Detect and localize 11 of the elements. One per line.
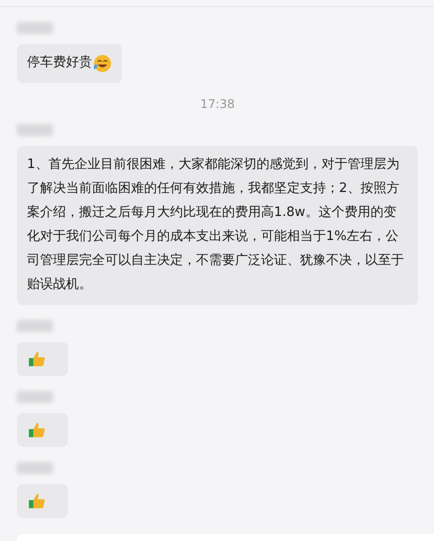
blurred-sender-name <box>17 462 53 474</box>
message-text: 停车费好贵 <box>27 54 92 72</box>
blurred-sender-name <box>17 391 53 403</box>
thumbs-up-icon <box>28 491 46 511</box>
thumbs-up-icon <box>28 349 46 369</box>
timestamp: 17:38 <box>200 97 235 111</box>
message-text: 1、首先企业目前很困难，大家都能深切的感觉到，对于管理层为了解决当前面临困难的任何有效措施，我都坚定支持；2、按照方案介绍，搬迁之后每月大约比现在的费用高1.8w。这个费用的变化对于我们公司每个月的成本支出来说，可能相当于1%左右，公司管理层完全可以自主决定，不需要广泛论证、犹豫不决，以至于贻误战机。 <box>27 156 405 294</box>
blurred-sender-name <box>17 320 53 332</box>
blurred-sender-name <box>17 22 53 34</box>
blurred-sender-name <box>17 124 53 136</box>
thumbs-up-icon <box>28 420 46 440</box>
